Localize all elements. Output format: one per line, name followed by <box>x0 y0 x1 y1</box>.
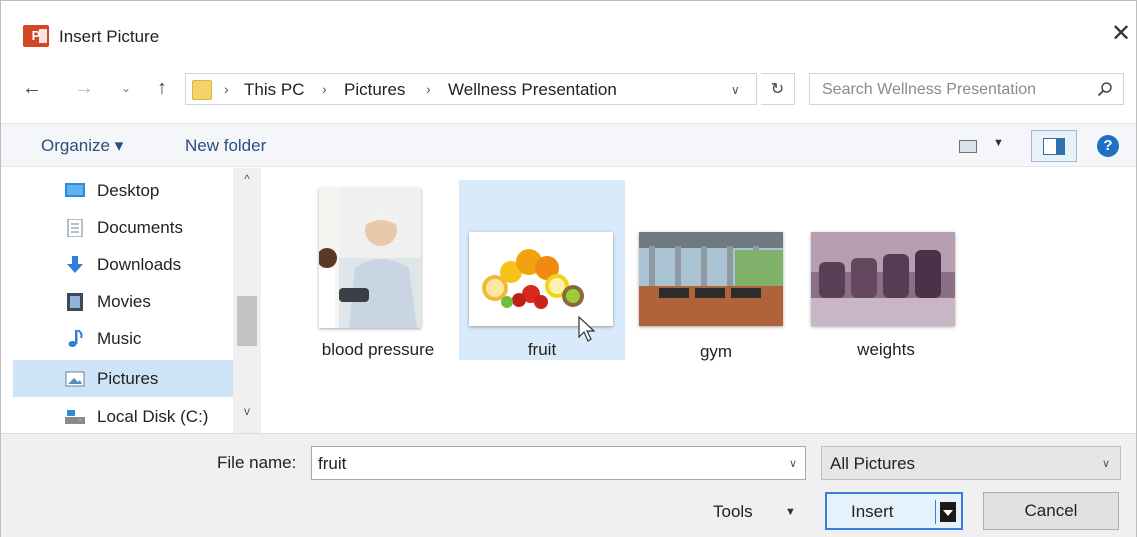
breadcrumb-pictures[interactable]: Pictures <box>344 80 405 100</box>
weights-thumbnail <box>811 232 955 326</box>
change-view-icon[interactable] <box>959 140 977 153</box>
insert-button[interactable]: Insert <box>825 492 963 530</box>
sidebar-item-music[interactable]: Music <box>41 320 233 357</box>
music-icon <box>68 330 83 347</box>
sidebar-item-label: Downloads <box>97 255 182 274</box>
tools-dropdown-icon[interactable]: ▼ <box>785 506 796 518</box>
back-arrow-icon[interactable]: ← <box>21 77 43 99</box>
sidebar-item-documents[interactable]: Documents <box>41 209 233 246</box>
sidebar-item-label: Desktop <box>97 181 160 200</box>
forward-arrow-icon[interactable]: → <box>73 77 95 99</box>
insert-options-dropdown[interactable] <box>935 500 957 524</box>
address-row: ← → ⌄ ↑ › This PC › Pictures › Wellness … <box>1 69 1136 109</box>
address-dropdown-chevron-icon[interactable]: ∨ <box>731 83 740 97</box>
file-item-label: blood pressure <box>321 340 435 359</box>
file-name-label: File name: <box>217 453 297 472</box>
folder-icon <box>192 80 212 100</box>
sidebar-item-movies[interactable]: Movies <box>41 283 233 320</box>
search-input[interactable]: Search Wellness Presentation <box>809 73 1124 105</box>
window-title: Insert Picture <box>59 27 160 46</box>
organize-button[interactable]: Organize ▾ <box>41 136 123 156</box>
sidebar-item-desktop[interactable]: Desktop <box>41 172 233 209</box>
scroll-up-icon[interactable]: ^ <box>233 172 261 186</box>
powerpoint-icon: P <box>23 25 49 47</box>
cancel-button[interactable]: Cancel <box>983 492 1119 530</box>
filter-dropdown-icon: ∨ <box>1101 458 1110 470</box>
breadcrumb-separator-icon: › <box>426 81 431 97</box>
documents-icon <box>67 219 83 237</box>
file-item-weights[interactable]: weights <box>803 180 969 360</box>
insert-button-label: Insert <box>851 502 894 521</box>
file-name-input[interactable]: fruit ∨ <box>311 446 806 480</box>
file-item-label: fruit <box>527 340 557 359</box>
file-name-dropdown-icon[interactable]: ∨ <box>789 457 797 470</box>
preview-pane-button[interactable] <box>1031 130 1077 162</box>
breadcrumb-wellness-presentation[interactable]: Wellness Presentation <box>448 80 617 100</box>
downloads-icon <box>67 256 83 273</box>
insert-picture-dialog: P Insert Picture ✕ ← → ⌄ ↑ › This PC › P… <box>0 0 1137 537</box>
sidebar-item-downloads[interactable]: Downloads <box>41 246 233 283</box>
sidebar-item-label: Music <box>97 329 142 348</box>
search-icon <box>1097 82 1112 97</box>
sidebar-item-label: Movies <box>97 292 151 311</box>
file-item-blood-pressure[interactable]: blood pressure <box>295 180 461 360</box>
title-bar: P Insert Picture ✕ <box>1 1 1136 61</box>
sidebar-item-local-disk[interactable]: Local Disk (C:) <box>41 398 233 435</box>
fruit-thumbnail <box>469 232 613 326</box>
file-item-label: gym <box>699 342 733 361</box>
preview-pane-icon <box>1043 138 1065 155</box>
file-type-filter-value: All Pictures <box>830 454 916 473</box>
sidebar-item-label: Documents <box>97 218 183 237</box>
close-button[interactable]: ✕ <box>1106 19 1136 49</box>
breadcrumb-this-pc[interactable]: This PC <box>244 80 304 100</box>
blood-pressure-thumbnail <box>319 188 421 328</box>
file-item-gym[interactable]: gym <box>633 180 799 361</box>
new-folder-button[interactable]: New folder <box>185 136 266 156</box>
up-arrow-icon[interactable]: ↑ <box>151 77 173 99</box>
tools-button[interactable]: Tools <box>713 502 753 522</box>
view-options-dropdown-icon[interactable]: ▼ <box>993 137 1004 149</box>
file-list: blood pressure fruit gym weights <box>263 168 1137 433</box>
search-placeholder: Search Wellness Presentation <box>822 81 1037 98</box>
movies-icon <box>67 293 83 311</box>
sidebar-item-label: Local Disk (C:) <box>97 407 209 426</box>
desktop-icon <box>65 183 85 197</box>
breadcrumb-separator-icon: › <box>322 81 327 97</box>
breadcrumb-separator-icon: › <box>224 81 229 97</box>
refresh-icon[interactable]: ↻ <box>761 73 795 105</box>
file-item-label: weights <box>857 340 915 359</box>
local-disk-icon <box>65 410 85 424</box>
file-item-fruit[interactable]: fruit <box>459 180 625 360</box>
recent-locations-chevron-icon[interactable]: ⌄ <box>115 77 137 99</box>
sidebar-item-pictures[interactable]: Pictures <box>13 360 233 397</box>
pictures-icon <box>65 371 85 387</box>
mouse-cursor-icon <box>578 315 596 342</box>
dialog-footer: File name: fruit ∨ All Pictures ∨ Tools … <box>1 433 1136 537</box>
gym-thumbnail <box>639 232 783 326</box>
chevron-down-icon <box>940 502 956 522</box>
file-type-filter-select[interactable]: All Pictures ∨ <box>821 446 1121 480</box>
address-bar[interactable]: › This PC › Pictures › Wellness Presenta… <box>185 73 757 105</box>
navigation-pane: Desktop Documents Downloads Movies Music… <box>1 168 263 433</box>
scroll-thumb[interactable] <box>237 296 257 346</box>
navigation-scrollbar[interactable]: ^ v <box>233 168 261 433</box>
scroll-down-icon[interactable]: v <box>233 404 261 418</box>
command-bar: Organize ▾ New folder ▼ ? <box>1 123 1136 167</box>
help-icon[interactable]: ? <box>1097 135 1119 157</box>
file-name-value: fruit <box>318 454 347 473</box>
sidebar-item-label: Pictures <box>97 369 159 388</box>
